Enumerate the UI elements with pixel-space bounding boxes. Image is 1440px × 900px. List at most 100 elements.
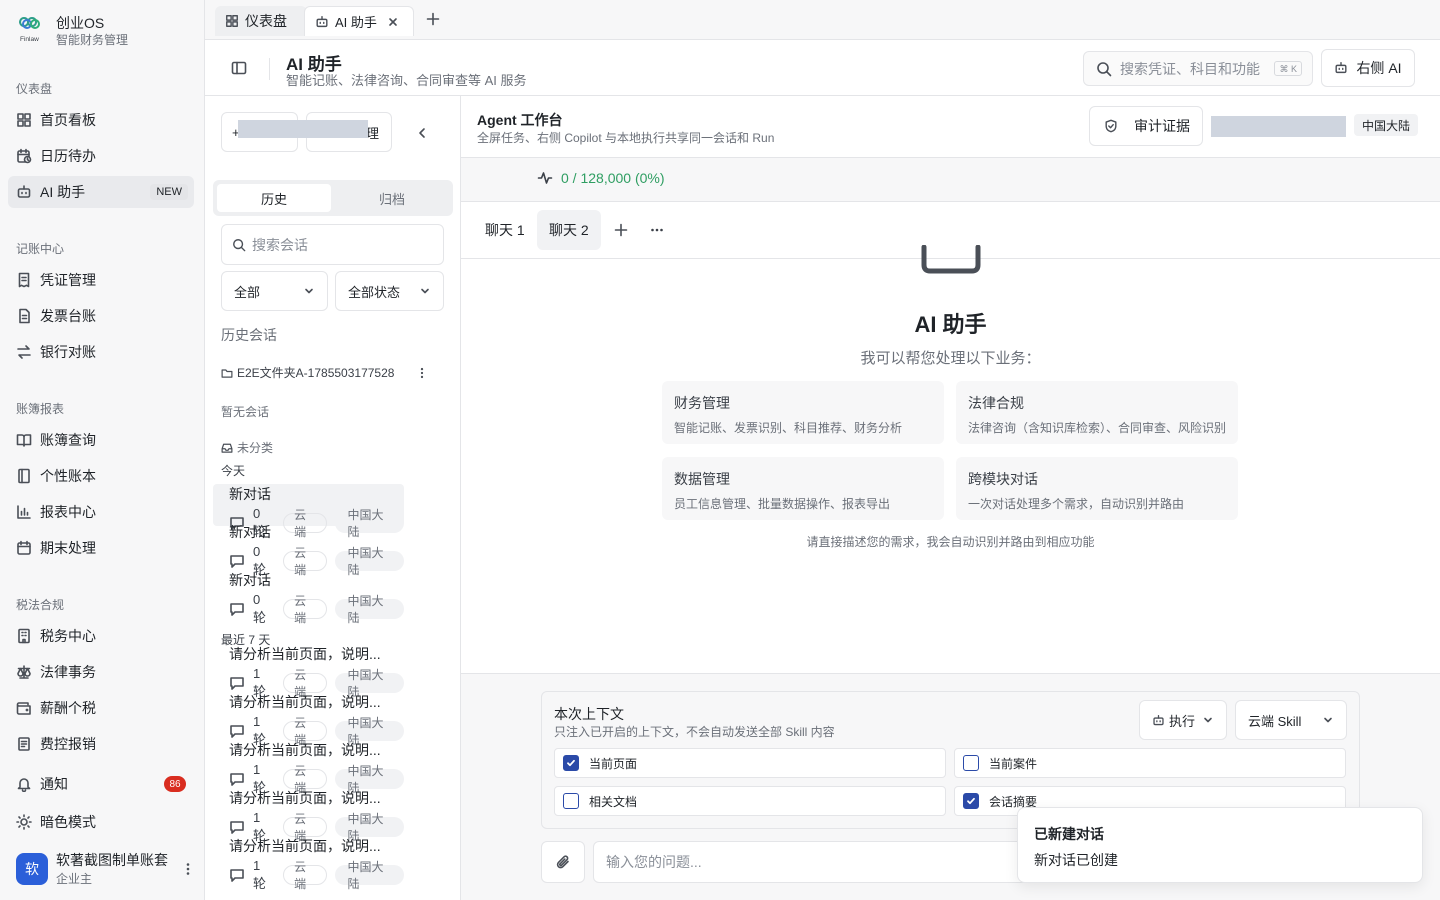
more-vertical-icon[interactable] [180, 861, 196, 877]
history-segment: 历史 归档 [213, 180, 453, 216]
context-option-current-case[interactable]: 当前案件 [954, 748, 1346, 778]
folder-name: E2E文件夹A-1785503177528 [237, 366, 395, 380]
sidebar-item-ai-assistant[interactable]: AI 助手 NEW [8, 176, 194, 208]
sidebar-toggle-icon[interactable] [231, 60, 247, 76]
region-badge: 中国大陆 [1354, 114, 1419, 136]
sidebar-item-bank-reconcile[interactable]: 银行对账 [8, 336, 194, 368]
dark-mode-toggle[interactable]: 暗色模式 [8, 806, 194, 838]
brand-title: 创业OS [56, 15, 105, 31]
sidebar-item-label: 日历待办 [40, 148, 96, 164]
message-icon [229, 771, 245, 787]
skill-source-select[interactable]: 云端 Skill [1235, 700, 1347, 740]
attach-file-button[interactable] [541, 841, 585, 883]
sidebar-item-home-board[interactable]: 首页看板 [8, 104, 194, 136]
toast-notification[interactable]: 已新建对话 新对话已创建 [1017, 807, 1423, 883]
global-search-input[interactable]: 搜索凭证、科目和功能 ⌘ K [1083, 51, 1313, 86]
sidebar-item-invoices[interactable]: 发票台账 [8, 300, 194, 332]
sidebar-item-expense[interactable]: 费控报销 [8, 728, 194, 760]
group-label-today: 今天 [221, 464, 246, 478]
checkbox-unchecked[interactable] [963, 755, 979, 771]
building-icon [16, 628, 32, 644]
mode-pill: 云端 [283, 764, 328, 795]
list-item[interactable]: 请分析当前页面，说明... 1 轮 云端 中国大陆 [213, 644, 405, 699]
execution-mode-select[interactable]: 执行 [1139, 700, 1227, 740]
chat-input-placeholder: 输入您的问题... [606, 854, 702, 870]
folder-item[interactable]: E2E文件夹A-1785503177528 [221, 364, 421, 381]
more-horizontal-icon[interactable] [649, 222, 665, 238]
brand[interactable]: Finlaw 创业OS 智能财务管理 [18, 14, 128, 48]
page-subtitle: 智能记账、法律咨询、合同审查等 AI 服务 [286, 73, 527, 88]
turn-count: 1 轮 [253, 858, 267, 891]
agent-workbench-header: Agent 工作台 全屏任务、右侧 Copilot 与本地执行共享同一会话和 R… [461, 96, 1440, 158]
conversation-title: 请分析当前页面，说明... [229, 742, 381, 758]
list-item[interactable]: 请分析当前页面，说明... 1 轮 云端 中国大陆 [213, 740, 405, 795]
robot-icon [315, 15, 329, 29]
context-option-related-docs[interactable]: 相关文档 [554, 786, 946, 816]
sidebar-item-label: AI 助手 [40, 184, 86, 200]
context-option-current-page[interactable]: 当前页面 [554, 748, 946, 778]
segment-archive[interactable]: 归档 [335, 184, 449, 212]
card-icon [16, 736, 32, 752]
inbox-icon [221, 442, 233, 454]
capability-card-finance[interactable]: 财务管理 智能记账、发票识别、科目推荐、财务分析 [662, 381, 944, 444]
region-pill: 中国大陆 [335, 860, 405, 891]
tab-dashboard[interactable]: 仪表盘 [215, 6, 307, 36]
capability-card-cross-module[interactable]: 跨模块对话 一次对话处理多个需求，自动识别并路由 [956, 457, 1238, 520]
list-item[interactable]: 新对话 0 轮 云端 中国大陆 [213, 570, 405, 625]
capability-card-data[interactable]: 数据管理 员工信息管理、批量数据操作、报表导出 [662, 457, 944, 520]
user-profile[interactable]: 软 软著截图制单账套 企业主 [16, 850, 196, 887]
status-select[interactable]: 全部状态 [335, 271, 444, 311]
status-select-value: 全部状态 [348, 284, 401, 300]
segment-history[interactable]: 历史 [217, 184, 331, 212]
more-vertical-icon[interactable] [415, 366, 429, 380]
chevron-left-icon[interactable] [415, 126, 429, 140]
list-item[interactable]: 请分析当前页面，说明... 1 轮 云端 中国大陆 [213, 788, 405, 843]
sidebar-item-label: 税务中心 [40, 628, 96, 644]
chevron-down-icon [1322, 714, 1334, 726]
checkbox-checked[interactable] [563, 755, 579, 771]
agent-subtitle: 全屏任务、右侧 Copilot 与本地执行共享同一会话和 Run [477, 131, 775, 145]
sun-icon [16, 814, 32, 830]
sidebar-item-calendar-todo[interactable]: 日历待办 [8, 140, 194, 172]
tab-ai-assistant[interactable]: AI 助手 [304, 6, 414, 36]
sidebar-item-ledger-query[interactable]: 账簿查询 [8, 424, 194, 456]
sidebar-item-period-end[interactable]: 期末处理 [8, 532, 194, 564]
sidebar-item-label: 发票台账 [40, 308, 96, 324]
list-item[interactable]: 新对话 0 轮 云端 中国大陆 [213, 522, 405, 577]
conversation-title: 新对话 [229, 524, 271, 540]
turn-count: 0 轮 [253, 592, 267, 625]
message-icon [229, 675, 245, 691]
nav-section-bookkeeping: 记账中心 [16, 242, 65, 256]
checkbox-checked[interactable] [963, 793, 979, 809]
close-icon[interactable] [387, 16, 399, 28]
sidebar-item-reports[interactable]: 报表中心 [8, 496, 194, 528]
capability-card-legal[interactable]: 法律合规 法律咨询（含知识库检索）、合同审查、风险识别 [956, 381, 1238, 444]
context-option-label: 当前页面 [589, 756, 638, 771]
add-tab-button[interactable] [425, 11, 441, 27]
list-item[interactable]: 请分析当前页面，说明... 1 轮 云端 中国大陆 [213, 836, 405, 891]
sidebar-item-label: 费控报销 [40, 736, 96, 752]
sidebar-item-legal-affairs[interactable]: 法律事务 [8, 656, 194, 688]
chat-tab-1[interactable]: 聊天 1 [473, 210, 537, 250]
audit-evidence-button[interactable]: 审计证据 [1089, 106, 1203, 146]
shortcut-hint: ⌘ K [1274, 61, 1302, 76]
file-icon [16, 308, 32, 324]
sidebar-item-tax-center[interactable]: 税务中心 [8, 620, 194, 652]
list-item[interactable]: 新对话 0 轮 云端 中国大陆 [213, 484, 405, 539]
sidebar-item-label: 薪酬个税 [40, 700, 96, 716]
toast-description: 新对话已创建 [1034, 852, 1118, 868]
add-chat-tab-button[interactable] [613, 222, 629, 238]
sidebar-item-label: 首页看板 [40, 112, 96, 128]
sidebar-item-notifications[interactable]: 通知 86 [8, 768, 194, 800]
context-option-label: 当前案件 [989, 756, 1038, 771]
chat-tab-2[interactable]: 聊天 2 [537, 210, 601, 250]
right-ai-button[interactable]: 右侧 AI [1321, 49, 1415, 87]
sidebar-item-payroll-tax[interactable]: 薪酬个税 [8, 692, 194, 724]
sidebar-item-vouchers[interactable]: 凭证管理 [8, 264, 194, 296]
list-item[interactable]: 请分析当前页面，说明... 1 轮 云端 中国大陆 [213, 692, 405, 747]
sidebar-item-custom-ledger[interactable]: 个性账本 [8, 460, 194, 492]
scope-select[interactable]: 全部 [221, 271, 328, 311]
checkbox-unchecked[interactable] [563, 793, 579, 809]
conversation-search-input[interactable]: 搜索会话 [221, 224, 444, 265]
robot-icon [1334, 61, 1348, 75]
